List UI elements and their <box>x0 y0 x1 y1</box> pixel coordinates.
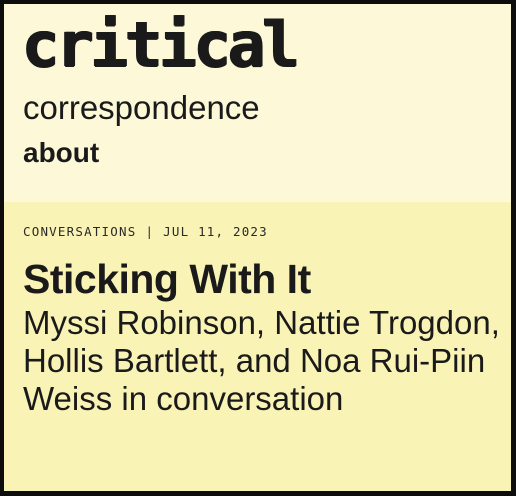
nav-link-about[interactable]: about <box>23 136 99 170</box>
article-subtitle: Myssi Robinson, Nattie Trogdon, Hollis B… <box>23 304 500 417</box>
meta-separator: | <box>145 224 155 239</box>
article-category[interactable]: CONVERSATIONS <box>23 224 136 239</box>
site-logo-critical[interactable]: critical <box>22 10 300 80</box>
article-date: JUL 11, 2023 <box>163 224 268 239</box>
article-title[interactable]: Sticking With It <box>23 254 311 304</box>
site-logo-correspondence[interactable]: correspondence <box>23 88 260 128</box>
article-card[interactable]: CONVERSATIONS | JUL 11, 2023 Sticking With… <box>4 202 511 491</box>
site-header: critical correspondence about <box>4 4 511 202</box>
article-meta: CONVERSATIONS | JUL 11, 2023 <box>23 224 268 240</box>
page-frame: critical correspondence about CONVERSATI… <box>4 4 511 491</box>
